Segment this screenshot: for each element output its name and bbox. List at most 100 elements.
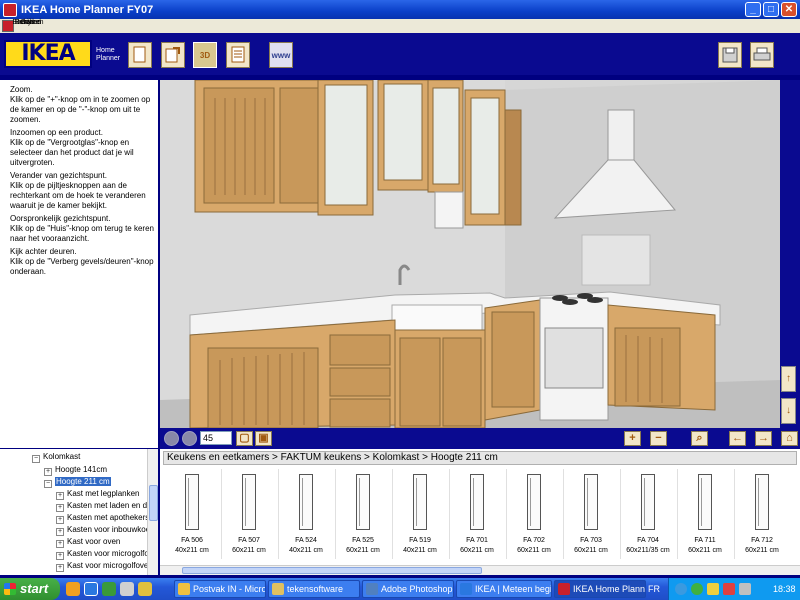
- tree-toggle-icon[interactable]: +: [56, 516, 64, 524]
- start-button[interactable]: start: [0, 578, 60, 600]
- help-heading-original-view: Oorspronkelijk gezichtspunt.: [10, 214, 111, 223]
- tree-node[interactable]: + Kasten voor microgolfoven: [56, 548, 158, 560]
- catalog-item[interactable]: FA 524 40x211 cm: [278, 469, 334, 565]
- rotate-right-button[interactable]: →: [755, 431, 772, 446]
- rotate-down-button[interactable]: ↓: [781, 398, 796, 424]
- magnify-button[interactable]: ⌕: [691, 431, 708, 446]
- tree-toggle-icon[interactable]: +: [56, 540, 64, 548]
- header-toolbar: IKEA Home Planner 3D www: [0, 33, 800, 75]
- tree-toggle-icon[interactable]: −: [44, 480, 52, 488]
- tree-scrollbar[interactable]: [147, 449, 158, 575]
- catalog-scrollbar[interactable]: [160, 565, 800, 575]
- redo-button[interactable]: [182, 431, 197, 446]
- tree-node[interactable]: + Kast voor microgolfoven: [56, 560, 153, 572]
- catalog-item[interactable]: FA 506 40x211 cm: [164, 469, 220, 565]
- quicklaunch-folder-icon[interactable]: [138, 582, 152, 596]
- catalog-item[interactable]: FA 712 60x211 cm: [734, 469, 790, 565]
- cabinet-thumbnail: [405, 474, 435, 532]
- quicklaunch-outlook-icon[interactable]: [66, 582, 80, 596]
- catalog-item[interactable]: FA 507 60x211 cm: [221, 469, 277, 565]
- catalog-item[interactable]: FA 702 60x211 cm: [506, 469, 562, 565]
- antivirus-icon[interactable]: [723, 583, 735, 595]
- tree-node[interactable]: + Kast voor oven: [56, 536, 120, 548]
- cabinet-thumbnail: [519, 474, 549, 532]
- kitchen-render: [160, 80, 780, 428]
- folder-icon: [272, 583, 284, 595]
- tree-node[interactable]: − Kolomkast: [32, 451, 80, 463]
- quicklaunch-media-icon[interactable]: [120, 582, 134, 596]
- print-icon: [753, 47, 771, 61]
- tree-node[interactable]: + Kasten voor inbouwkoelka: [56, 524, 158, 536]
- catalog-item[interactable]: FA 525 60x211 cm: [335, 469, 391, 565]
- ikea-logo: IKEA: [4, 40, 92, 68]
- language-indicator[interactable]: FR: [648, 578, 660, 600]
- tree-node[interactable]: + Kast met legplanken: [56, 488, 140, 500]
- tree-toggle-icon[interactable]: +: [56, 528, 64, 536]
- quicklaunch-desktop-icon[interactable]: [102, 582, 116, 596]
- task-tekensoftware[interactable]: tekensoftware: [268, 580, 360, 598]
- tree-toggle-icon[interactable]: +: [56, 504, 64, 512]
- print-button[interactable]: [750, 42, 774, 68]
- tree-node[interactable]: + Hoogte 141cm: [44, 464, 107, 476]
- list-icon: [231, 46, 245, 63]
- hide-doors-button[interactable]: ▢: [236, 431, 253, 446]
- arrow-left-icon: ←: [732, 432, 743, 444]
- security-icon[interactable]: [707, 583, 719, 595]
- fronts-icon: ▣: [258, 432, 269, 444]
- catalog-item[interactable]: FA 519 40x211 cm: [392, 469, 448, 565]
- tree-toggle-icon[interactable]: +: [56, 492, 64, 500]
- menu-bar: Bestand Bewerken Bekijken Over: [0, 19, 800, 33]
- category-tree: − Kolomkast + Hoogte 141cm − Hoogte 211 cm …: [0, 449, 158, 575]
- list-button[interactable]: [226, 42, 250, 68]
- title-bar: IKEA Home Planner FY07 _ □ ✕: [0, 0, 800, 19]
- messenger-icon[interactable]: [691, 583, 703, 595]
- undo-button[interactable]: [164, 431, 179, 446]
- task-outlook[interactable]: Postvak IN - Micros...: [174, 580, 266, 598]
- cabinet-thumbnail: [234, 474, 264, 532]
- task-photoshop[interactable]: Adobe Photoshop: [362, 580, 454, 598]
- www-button[interactable]: www: [269, 42, 293, 68]
- close-button[interactable]: ✕: [781, 2, 797, 17]
- kitchen-3d-view[interactable]: [160, 80, 780, 428]
- tree-scroll-thumb[interactable]: [149, 485, 158, 521]
- zoom-in-button[interactable]: +: [624, 431, 641, 446]
- catalog-item[interactable]: FA 703 60x211 cm: [563, 469, 619, 565]
- open-icon: [165, 47, 180, 63]
- tree-node-selected[interactable]: − Hoogte 211 cm: [44, 476, 111, 488]
- tree-toggle-icon[interactable]: +: [44, 468, 52, 476]
- task-ikea-browser[interactable]: IKEA | Meteen begi...: [456, 580, 552, 598]
- rotate-up-button[interactable]: ↑: [781, 366, 796, 392]
- ie-icon: [460, 583, 472, 595]
- volume-icon[interactable]: [739, 583, 751, 595]
- tree-toggle-icon[interactable]: +: [56, 564, 64, 572]
- save-button[interactable]: [718, 42, 742, 68]
- help-heading-doors: Kijk achter deuren.: [10, 247, 77, 256]
- tree-node[interactable]: + Kasten met laden en draa: [56, 500, 158, 512]
- maximize-button[interactable]: □: [763, 2, 779, 17]
- zoom-level-input[interactable]: 45: [200, 431, 232, 445]
- catalog-item[interactable]: FA 701 60x211 cm: [449, 469, 505, 565]
- arrow-down-icon: ↓: [786, 405, 791, 416]
- catalog-breadcrumb: Keukens en eetkamers > FAKTUM keukens > …: [163, 451, 797, 465]
- quicklaunch-ie-icon[interactable]: [84, 582, 98, 596]
- show-doors-button[interactable]: ▣: [255, 431, 272, 446]
- clock[interactable]: 18:38: [773, 578, 796, 600]
- rotate-left-button[interactable]: ←: [729, 431, 746, 446]
- 3d-view-icon: 3D: [199, 50, 211, 60]
- minimize-button[interactable]: _: [745, 2, 761, 17]
- tree-toggle-icon[interactable]: −: [32, 455, 40, 463]
- home-view-button[interactable]: ⌂: [781, 431, 798, 446]
- system-tray: 18:38: [668, 578, 800, 600]
- network-icon[interactable]: [675, 583, 687, 595]
- catalog-item[interactable]: FA 704 60x211/35 cm: [620, 469, 676, 565]
- catalog-item[interactable]: FA 711 60x211 cm: [677, 469, 733, 565]
- new-plan-button[interactable]: [128, 42, 152, 68]
- zoom-out-button[interactable]: −: [650, 431, 667, 446]
- catalog-scroll-thumb[interactable]: [182, 567, 482, 574]
- tree-node[interactable]: + Kasten met apothekerskas: [56, 512, 158, 524]
- view-3d-button[interactable]: 3D: [193, 42, 217, 68]
- cabinet-thumbnail: [177, 474, 207, 532]
- open-plan-button[interactable]: [161, 42, 185, 68]
- tree-toggle-icon[interactable]: +: [56, 552, 64, 560]
- task-ikea-home-planner[interactable]: IKEA Home Planner ...: [554, 580, 646, 598]
